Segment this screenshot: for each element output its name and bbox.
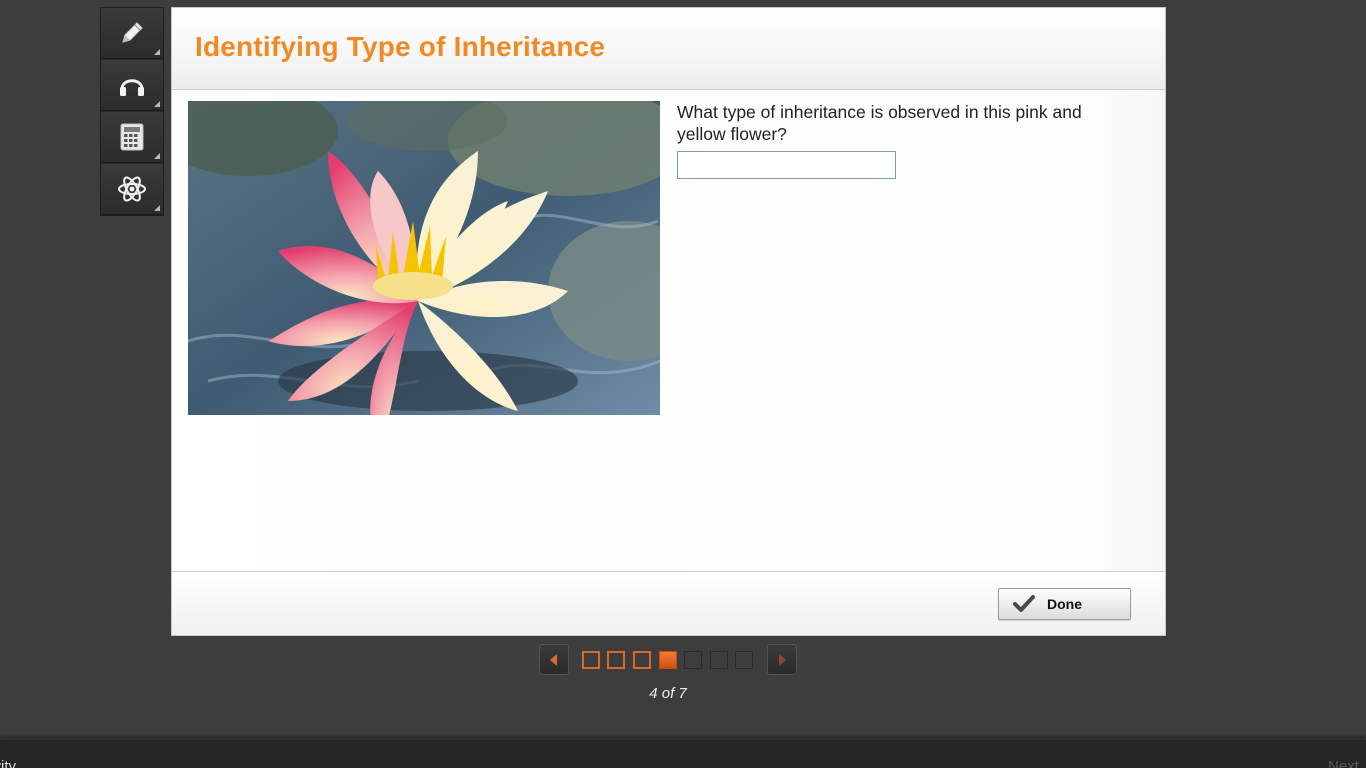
activity-card: Identifying Type of Inheritance What typ… <box>171 7 1166 636</box>
atom-icon <box>118 176 146 202</box>
page-1-indicator[interactable] <box>582 651 600 669</box>
previous-page-button[interactable] <box>539 644 569 675</box>
activity-footer: Done <box>172 571 1165 635</box>
water-lily-photo <box>188 101 660 415</box>
science-tool-button[interactable] <box>101 164 163 215</box>
activity-body: What type of inheritance is observed in … <box>172 90 1165 571</box>
activity-label: tivity <box>0 758 16 768</box>
done-button-label: Done <box>1047 596 1082 612</box>
page-counter: 4 of 7 <box>649 685 687 702</box>
page-2-indicator[interactable] <box>607 651 625 669</box>
activity-title: Identifying Type of Inheritance <box>195 31 606 62</box>
arrow-left-icon <box>550 653 557 666</box>
page-3-indicator[interactable] <box>633 651 651 669</box>
page-6-indicator[interactable] <box>710 651 728 669</box>
page-5-indicator[interactable] <box>684 651 702 669</box>
activity-header: Identifying Type of Inheritance <box>172 8 1165 90</box>
audio-tool-button[interactable] <box>101 60 163 111</box>
page-4-indicator[interactable] <box>659 651 677 669</box>
next-page-button[interactable] <box>767 644 797 675</box>
arrow-right-icon <box>779 653 786 666</box>
answer-input[interactable] <box>677 151 896 179</box>
calculator-tool-button[interactable] <box>101 112 163 163</box>
page-navigator <box>539 644 798 675</box>
page-7-indicator[interactable] <box>735 651 753 669</box>
expand-corner-icon <box>154 49 160 55</box>
checkmark-icon <box>1013 595 1035 612</box>
expand-corner-icon <box>154 153 160 159</box>
headphones-icon <box>120 79 144 96</box>
done-button[interactable]: Done <box>998 588 1131 620</box>
expand-corner-icon <box>154 101 160 107</box>
pencil-icon <box>122 22 143 43</box>
tool-panel <box>100 7 164 216</box>
expand-corner-icon <box>154 205 160 211</box>
bottom-bar: tivity Next <box>0 738 1366 768</box>
pencil-tool-button[interactable] <box>101 8 163 59</box>
next-activity-link[interactable]: Next <box>1328 758 1359 768</box>
calculator-icon <box>120 123 144 151</box>
question-text: What type of inheritance is observed in … <box>677 102 1082 144</box>
